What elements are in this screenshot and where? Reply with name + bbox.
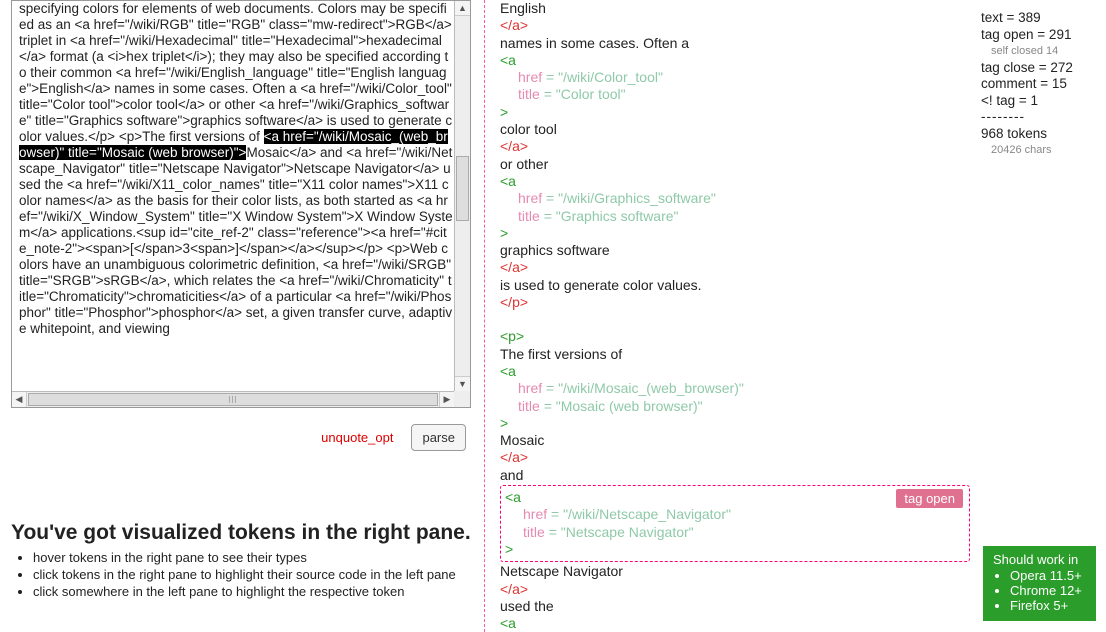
text-token[interactable]: English <box>500 0 970 17</box>
tag-open-token[interactable]: <a <box>500 615 970 632</box>
text-token[interactable]: Mosaic <box>500 432 970 449</box>
tag-close-token[interactable]: </a> <box>500 17 970 34</box>
browser-item: Chrome 12+ <box>1010 583 1086 598</box>
browser-item: Opera 11.5+ <box>1010 568 1086 583</box>
attr-value-token[interactable]: = "Graphics software" <box>544 208 679 224</box>
tag-open-end-token[interactable]: > <box>500 104 970 121</box>
attr-name-token[interactable]: title <box>518 86 540 102</box>
scroll-up-icon[interactable]: ▲ <box>455 1 470 16</box>
attr-value-token[interactable]: = "Color tool" <box>544 86 626 102</box>
attr-name-token[interactable]: title <box>523 524 545 540</box>
pane-divider <box>484 0 485 632</box>
vertical-scroll-thumb[interactable] <box>456 156 469 221</box>
controls-row: unquote_opt parse <box>11 424 471 451</box>
token-pane: English </a> names in some cases. Often … <box>500 0 970 632</box>
tag-open-token[interactable]: <a <box>500 52 970 69</box>
attr-value-token[interactable]: = "/wiki/Netscape_Navigator" <box>551 506 731 522</box>
left-pane: specifying colors for elements of web do… <box>11 0 471 601</box>
vertical-scrollbar[interactable]: ▲ ▼ <box>454 1 470 391</box>
attr-name-token[interactable]: href <box>518 380 542 396</box>
text-token[interactable]: used the <box>500 598 970 615</box>
attr-name-token[interactable]: href <box>523 506 547 522</box>
attr-name-token[interactable]: href <box>518 190 542 206</box>
text-token[interactable]: color tool <box>500 121 970 138</box>
tag-close-token[interactable]: </p> <box>500 294 970 311</box>
attr-value-token[interactable]: = "/wiki/Graphics_software" <box>546 190 716 206</box>
stat-text: text = 389 <box>981 10 1096 27</box>
tag-open-token[interactable]: <p> <box>500 328 970 345</box>
tag-close-token[interactable]: </a> <box>500 259 970 276</box>
text-token[interactable]: names in some cases. Often a <box>500 35 970 52</box>
stat-comment: comment = 15 <box>981 76 1096 93</box>
scroll-down-icon[interactable]: ▼ <box>455 376 470 391</box>
tag-close-token[interactable]: </a> <box>500 138 970 155</box>
browser-support-badge: Should work in Opera 11.5+ Chrome 12+ Fi… <box>983 546 1096 621</box>
instructions: You've got visualized tokens in the righ… <box>11 521 471 600</box>
parse-button[interactable]: parse <box>411 424 466 451</box>
text-token[interactable]: graphics software <box>500 242 970 259</box>
tag-open-end-token[interactable]: > <box>500 225 970 242</box>
scroll-right-icon[interactable]: ▶ <box>439 392 454 407</box>
stats-panel: text = 389 tag open = 291 self closed 14… <box>981 10 1096 159</box>
stat-tag-open: tag open = 291 <box>981 27 1096 44</box>
browser-support-heading: Should work in <box>993 552 1086 567</box>
stat-chars: 20426 chars <box>981 142 1096 159</box>
tag-close-token[interactable]: </a> <box>500 581 970 598</box>
attr-value-token[interactable]: = "Mosaic (web browser)" <box>544 398 703 414</box>
horizontal-scroll-thumb[interactable] <box>28 393 438 406</box>
instruction-item: click somewhere in the left pane to high… <box>33 584 471 600</box>
text-token[interactable]: or other <box>500 156 970 173</box>
attr-name-token[interactable]: title <box>518 398 540 414</box>
attr-value-token[interactable]: = "/wiki/Color_tool" <box>546 69 663 85</box>
instruction-item: hover tokens in the right pane to see th… <box>33 550 471 566</box>
stat-tag-close: tag close = 272 <box>981 60 1096 77</box>
tag-open-end-token[interactable]: > <box>500 415 970 432</box>
text-token[interactable]: The first versions of <box>500 346 970 363</box>
browser-item: Firefox 5+ <box>1010 598 1086 613</box>
scroll-left-icon[interactable]: ◀ <box>12 392 27 407</box>
stat-bang-tag: <! tag = 1 <box>981 93 1096 110</box>
tag-open-end-token[interactable]: > <box>505 541 965 558</box>
stat-separator: -------- <box>981 109 1096 126</box>
source-textarea[interactable]: specifying colors for elements of web do… <box>11 0 471 408</box>
attr-value-token[interactable]: = "/wiki/Mosaic_(web_browser)" <box>546 380 744 396</box>
attr-name-token[interactable]: href <box>518 69 542 85</box>
tag-open-token[interactable]: <a <box>500 173 970 190</box>
source-content[interactable]: specifying colors for elements of web do… <box>19 1 453 390</box>
text-token[interactable]: Netscape Navigator <box>500 563 970 580</box>
text-token[interactable]: is used to generate color values. <box>500 277 970 294</box>
tag-close-token[interactable]: </a> <box>500 449 970 466</box>
instructions-heading: You've got visualized tokens in the righ… <box>11 521 471 545</box>
scrollbar-corner <box>454 391 470 407</box>
token-type-badge: tag open <box>896 489 963 508</box>
attr-value-token[interactable]: = "Netscape Navigator" <box>549 524 694 540</box>
horizontal-scrollbar[interactable]: ◀ ▶ <box>12 391 454 407</box>
hovered-token-block[interactable]: tag open <a href = "/wiki/Netscape_Navig… <box>500 485 970 562</box>
stat-tokens: 968 tokens <box>981 126 1096 143</box>
attr-name-token[interactable]: title <box>518 208 540 224</box>
unquote-opt-link[interactable]: unquote_opt <box>321 430 393 445</box>
text-token[interactable]: and <box>500 467 970 484</box>
tag-open-token[interactable]: <a <box>500 363 970 380</box>
instruction-item: click tokens in the right pane to highli… <box>33 567 471 583</box>
stat-self-closed: self closed 14 <box>981 43 1096 60</box>
